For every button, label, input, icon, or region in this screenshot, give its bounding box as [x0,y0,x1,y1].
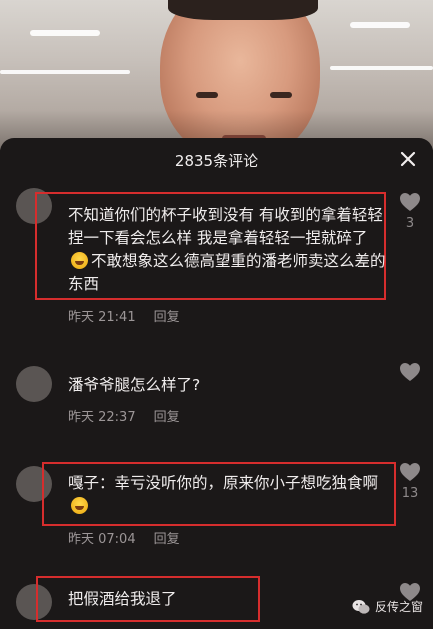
comment-text: 把假酒给我退了 [68,590,177,608]
comment-item: 潘爷爷腿怎么样了? 昨天 22:37 回复 [0,348,433,438]
close-icon [400,151,416,167]
like-button[interactable]: 13 [397,462,423,501]
like-count: 3 [405,216,415,231]
like-button[interactable] [397,362,423,386]
comment-text: 潘爷爷腿怎么样了? [68,376,201,394]
comment-meta: 昨天 21:41 回复 [68,306,180,325]
reply-button[interactable]: 回复 [154,310,180,325]
laughing-crying-emoji-icon [71,497,88,514]
watermark-text: 反传之窗 [374,600,423,614]
heart-icon [400,363,420,381]
ceiling-light [350,22,410,28]
video-background [0,0,433,150]
laughing-crying-emoji-icon [71,252,88,269]
comment-item: 嘎子：幸亏没听你的，原来你小子想吃独食啊 昨天 07:04 回复 13 [0,452,433,552]
comment-time: 昨天 07:04 [68,532,136,547]
heart-icon [400,193,420,211]
like-count: 13 [401,486,419,501]
presenter-eye [270,92,292,98]
comment-item: 不知道你们的杯子收到没有 有收到的拿着轻轻捏一下看会怎么样 我是拿着轻轻一捏就碎… [0,176,433,336]
comment-time: 昨天 21:41 [68,310,136,325]
presenter-eye [196,92,218,98]
comment-meta: 昨天 07:04 回复 [68,528,180,547]
ceiling-light [330,66,433,70]
avatar[interactable] [16,366,52,402]
ceiling-light [30,30,100,36]
wechat-icon [352,599,370,614]
presenter-hair [168,0,318,20]
comment-time: 昨天 22:37 [68,410,136,425]
heart-icon [400,463,420,481]
comment-count-title: 2835条评论 [174,152,259,170]
reply-button[interactable]: 回复 [154,532,180,547]
comment-text-part: 不敢想象这么德高望重的潘老师卖这么差的东西 [68,252,386,293]
like-button[interactable]: 3 [397,192,423,231]
comment-meta: 昨天 22:37 回复 [68,406,180,425]
reply-button[interactable]: 回复 [154,410,180,425]
comment-text-part: 嘎子：幸亏没听你的，原来你小子想吃独食啊 [68,474,379,492]
close-button[interactable] [397,148,419,170]
comment-text: 不知道你们的杯子收到没有 有收到的拿着轻轻捏一下看会怎么样 我是拿着轻轻一捏就碎… [68,204,386,296]
comment-sheet: 2835条评论 不知道你们的杯子收到没有 有收到的拿着轻轻捏一下看会怎么样 我是… [0,138,433,629]
comment-text: 嘎子：幸亏没听你的，原来你小子想吃独食啊 [68,472,378,518]
comment-text-part: 不知道你们的杯子收到没有 有收到的拿着轻轻捏一下看会怎么样 我是拿着轻轻一捏就碎… [68,206,383,247]
ceiling-light [0,70,130,74]
watermark: 反传之窗 [352,598,423,615]
